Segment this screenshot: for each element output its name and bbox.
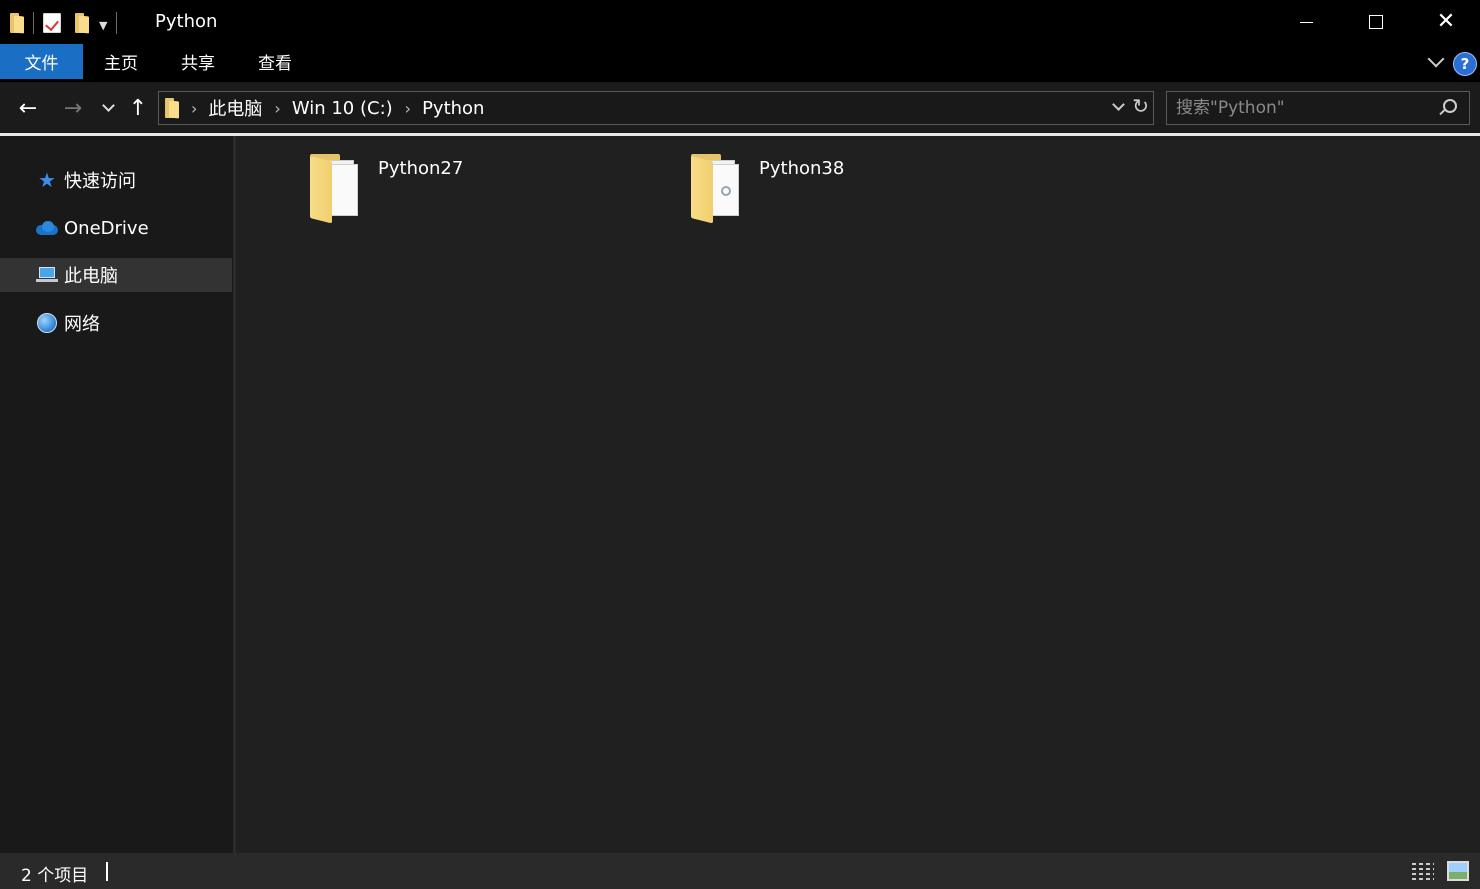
network-icon xyxy=(36,312,58,334)
properties-icon[interactable] xyxy=(43,13,61,33)
navigation-pane: ★ 快速访问 OneDrive 此电脑 网络 xyxy=(0,136,233,853)
large-icons-view-icon[interactable] xyxy=(1447,861,1469,881)
cloud-icon xyxy=(36,217,58,239)
details-view-icon[interactable] xyxy=(1412,861,1434,881)
folder-item[interactable]: Python27 xyxy=(310,154,464,224)
maximize-icon xyxy=(1369,15,1383,29)
tab-file[interactable]: 文件 xyxy=(0,44,83,79)
up-arrow-icon: ↑ xyxy=(128,95,148,121)
expand-ribbon-chevron-icon[interactable] xyxy=(1429,53,1443,67)
close-button[interactable]: ✕ xyxy=(1411,0,1480,44)
breadcrumb-this-pc[interactable]: 此电脑 xyxy=(208,95,262,121)
forward-arrow-icon: → xyxy=(63,95,83,121)
chevron-down-icon xyxy=(101,99,115,112)
location-folder-icon xyxy=(165,98,179,119)
breadcrumb-separator-icon[interactable]: › xyxy=(191,99,197,118)
breadcrumb-drive-c[interactable]: Win 10 (C:) xyxy=(292,98,393,119)
address-history-dropdown-icon[interactable] xyxy=(1112,97,1126,111)
folder-item[interactable]: Python38 xyxy=(691,154,845,224)
up-button[interactable]: ↑ xyxy=(124,94,152,122)
folder-icon xyxy=(310,154,362,224)
sidebar-item-label: OneDrive xyxy=(64,217,149,239)
file-list: Python27 Python38 xyxy=(236,136,1480,853)
refresh-icon[interactable]: ↻ xyxy=(1132,96,1149,116)
star-icon: ★ xyxy=(38,168,56,192)
search-input[interactable] xyxy=(1167,98,1435,118)
tab-home[interactable]: 主页 xyxy=(83,44,159,79)
tab-view[interactable]: 查看 xyxy=(237,44,313,79)
breadcrumb-separator-icon[interactable]: › xyxy=(274,99,280,118)
sidebar-item-label: 网络 xyxy=(64,314,100,335)
sidebar-item-quick-access[interactable]: ★ 快速访问 xyxy=(0,163,232,197)
status-bar: 2 个项目 xyxy=(0,853,1480,889)
title-bar: ▼ Python ✕ xyxy=(0,0,1480,44)
customize-toolbar-dropdown-icon[interactable]: ▼ xyxy=(99,19,107,32)
sidebar-item-this-pc[interactable]: 此电脑 xyxy=(0,258,232,292)
folder-icon xyxy=(10,13,24,34)
new-folder-icon[interactable] xyxy=(75,13,89,34)
folder-name: Python38 xyxy=(759,158,845,179)
computer-icon xyxy=(36,264,58,286)
address-bar[interactable]: › 此电脑 › Win 10 (C:) › Python ↻ xyxy=(158,91,1154,125)
quick-access-toolbar: ▼ xyxy=(10,10,126,36)
sidebar-item-onedrive[interactable]: OneDrive xyxy=(0,211,232,245)
window-title: Python xyxy=(155,11,218,32)
back-button[interactable]: ← xyxy=(14,94,42,122)
ribbon: 文件 主页 共享 查看 ? xyxy=(0,44,1480,82)
sidebar-item-label: 此电脑 xyxy=(64,266,118,287)
close-icon: ✕ xyxy=(1436,9,1456,34)
toolbar-divider xyxy=(33,12,34,34)
search-icon[interactable] xyxy=(1435,95,1461,121)
sidebar-item-network[interactable]: 网络 xyxy=(0,306,232,340)
forward-button[interactable]: → xyxy=(59,94,87,122)
minimize-button[interactable] xyxy=(1271,0,1341,44)
sidebar-item-label: 快速访问 xyxy=(64,171,136,192)
maximize-button[interactable] xyxy=(1341,0,1411,44)
help-icon[interactable]: ? xyxy=(1453,52,1477,76)
toolbar-divider xyxy=(116,12,118,34)
search-box[interactable] xyxy=(1166,91,1470,125)
minimize-icon xyxy=(1299,21,1313,23)
folder-name: Python27 xyxy=(378,158,464,179)
breadcrumb-python[interactable]: Python xyxy=(422,98,484,119)
recent-locations-button[interactable] xyxy=(98,94,118,122)
item-count: 2 个项目 xyxy=(21,866,89,886)
navigation-bar: ← → ↑ › 此电脑 › Win 10 (C:) › Python ↻ xyxy=(0,82,1480,134)
back-arrow-icon: ← xyxy=(18,95,38,121)
status-divider xyxy=(106,862,108,881)
breadcrumb-separator-icon[interactable]: › xyxy=(405,99,411,118)
folder-icon xyxy=(691,154,743,224)
tab-share[interactable]: 共享 xyxy=(159,44,237,79)
